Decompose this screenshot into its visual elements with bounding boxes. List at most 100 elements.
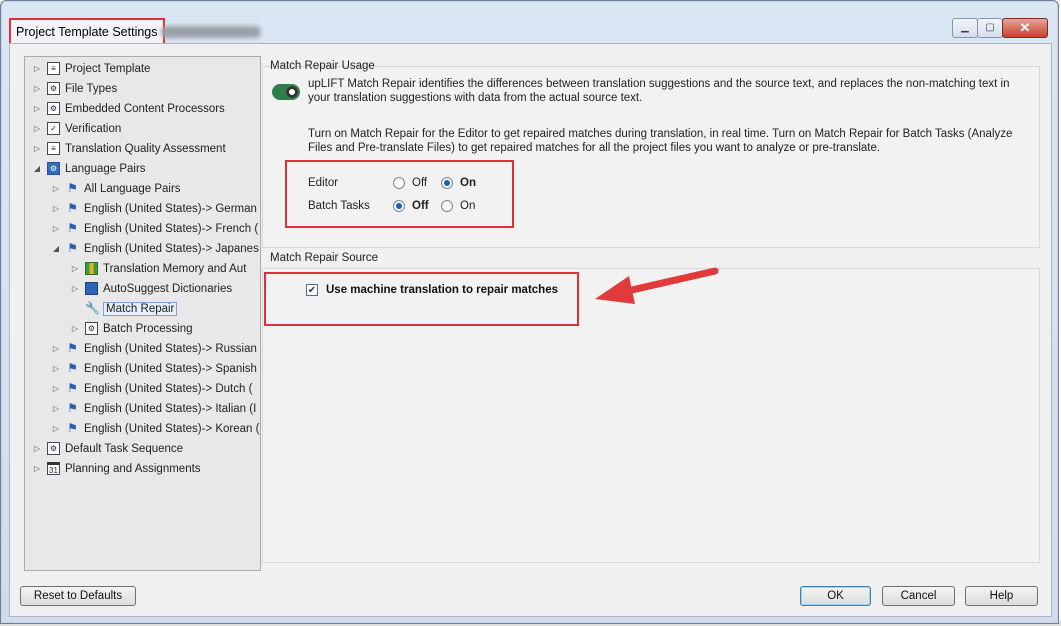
tree-item-verification[interactable]: ▷ ✓ Verification [31,119,121,139]
tree-item-file-types[interactable]: ▷ ⚙ File Types [31,79,117,99]
tree-item-match-repair[interactable]: 🔧 Match Repair [69,299,178,319]
tree-item-translation-quality-assessment[interactable]: ▷ ≡ Translation Quality Assessment [31,139,226,159]
expand-arrow-icon[interactable]: ▷ [31,459,43,479]
expand-arrow-icon[interactable]: ▷ [69,319,81,339]
tree-item-label: English (United States)-> German [84,203,257,215]
tree-item-label: Language Pairs [65,163,146,175]
tree-item-label: All Language Pairs [84,183,181,195]
flag-icon: ⚑ [67,341,78,355]
tree-item-english-united-states-japanes[interactable]: ◢ ⚑ English (United States)-> Japanes [50,239,259,259]
collapse-arrow-icon[interactable]: ◢ [31,159,43,179]
tree-item-label: Default Task Sequence [65,443,184,455]
reset-to-defaults-button[interactable]: Reset to Defaults [20,586,136,606]
flag-icon: ⚑ [67,221,78,235]
tree-item-english-united-states-dutch[interactable]: ▷ ⚑ English (United States)-> Dutch ( [50,379,253,399]
expand-arrow-icon[interactable]: ▷ [50,339,62,359]
usage-instructions: Turn on Match Repair for the Editor to g… [308,128,1013,154]
expand-arrow-icon[interactable]: ▷ [31,79,43,99]
minimize-button[interactable]: ▁ [952,18,978,38]
cancel-button[interactable]: Cancel [882,586,955,606]
expand-arrow-icon[interactable]: ▷ [31,119,43,139]
flag-icon: ⚑ [67,421,78,435]
flag-icon: ⚑ [67,201,78,215]
collapse-arrow-icon[interactable]: ◢ [50,239,62,259]
batch-on-label: On [460,200,476,212]
verification-icon: ✓ [47,122,60,135]
use-mt-checkbox[interactable]: ✔ [306,284,318,296]
tree-item-language-pairs[interactable]: ◢ ⚙ Language Pairs [31,159,146,179]
tree-item-planning-and-assignments[interactable]: ▷ 31 Planning and Assignments [31,459,201,479]
tree-item-default-task-sequence[interactable]: ▷ ⚙ Default Task Sequence [31,439,183,459]
tree-item-label: English (United States)-> French ( [84,223,259,235]
tree-item-label: AutoSuggest Dictionaries [103,283,233,295]
expand-arrow-icon[interactable]: ▷ [31,59,43,79]
tree-item-label: English (United States)-> Italian (I [84,403,257,415]
tree-item-label: English (United States)-> Russian [84,343,257,355]
highlight-box-source [264,272,579,326]
expand-arrow-icon[interactable]: ▷ [50,379,62,399]
flag-icon: ⚑ [67,401,78,415]
redacted-title-suffix [161,26,261,38]
expand-arrow-icon[interactable]: ▷ [50,399,62,419]
calendar-icon: 31 [47,462,60,475]
tree-item-label: English (United States)-> Japanes [84,243,259,255]
tree-item-label: Match Repair [103,302,178,316]
batch-on-radio[interactable] [441,200,453,212]
close-button[interactable]: ✕ [1002,18,1048,38]
expand-arrow-icon[interactable]: ▷ [50,199,62,219]
flag-icon: ⚑ [67,381,78,395]
tree-item-translation-memory-and-aut[interactable]: ▷ Translation Memory and Aut [69,259,246,279]
expand-arrow-icon[interactable]: ▷ [50,219,62,239]
title-bar[interactable]: Project Template Settings ▁ ▢ ✕ [1,1,1058,46]
settings-tree: ▷ ≡ Project Template ▷ ⚙ File Types ▷ ⚙ Embedded… [24,56,261,571]
ok-button[interactable]: OK [800,586,871,606]
batch-off-label: Off [412,200,429,212]
use-mt-label[interactable]: Use machine translation to repair matche… [326,284,558,296]
tree-item-all-language-pairs[interactable]: ▷ ⚑ All Language Pairs [50,179,181,199]
batch-processing-icon: ⚙ [85,322,98,335]
red-arrow-icon [595,267,719,304]
tree-item-label: Translation Quality Assessment [65,143,226,155]
tree-item-english-united-states-italian-i[interactable]: ▷ ⚑ English (United States)-> Italian (I [50,399,256,419]
expand-arrow-icon[interactable]: ▷ [50,419,62,439]
help-button[interactable]: Help [965,586,1038,606]
tree-item-english-united-states-german[interactable]: ▷ ⚑ English (United States)-> German [50,199,257,219]
editor-label: Editor [308,177,339,189]
tree-item-label: English (United States)-> Spanish [84,363,257,375]
match-repair-source-title: Match Repair Source [270,252,379,264]
file-types-icon: ⚙ [47,82,60,95]
toggle-icon [272,84,300,100]
tree-item-label: Verification [65,123,122,135]
translation-memory-icon [85,262,98,275]
expand-arrow-icon[interactable]: ▷ [31,439,43,459]
expand-arrow-icon[interactable]: ▷ [69,279,81,299]
expand-arrow-icon[interactable]: ▷ [31,99,43,119]
tree-item-label: Batch Processing [103,323,193,335]
window-title: Project Template Settings [9,18,165,46]
expand-arrow-icon[interactable]: ▷ [69,259,81,279]
batch-off-radio[interactable] [393,200,405,212]
editor-on-radio[interactable] [441,177,453,189]
wrench-icon: 🔧 [85,301,100,315]
expand-arrow-icon[interactable]: ▷ [31,139,43,159]
editor-off-label: Off [412,177,428,189]
language-pairs-icon: ⚙ [47,162,60,175]
tree-item-english-united-states-french[interactable]: ▷ ⚑ English (United States)-> French ( [50,219,258,239]
maximize-button[interactable]: ▢ [977,18,1003,38]
editor-off-radio[interactable] [393,177,405,189]
tree-item-english-united-states-korean[interactable]: ▷ ⚑ English (United States)-> Korean ( [50,419,260,439]
tqa-icon: ≡ [47,142,60,155]
expand-arrow-icon[interactable]: ▷ [50,179,62,199]
tree-item-english-united-states-russian[interactable]: ▷ ⚑ English (United States)-> Russian [50,339,257,359]
tree-item-project-template[interactable]: ▷ ≡ Project Template [31,59,150,79]
highlight-box-usage [285,160,514,228]
tree-item-label: Embedded Content Processors [65,103,225,115]
expand-arrow-icon[interactable]: ▷ [50,359,62,379]
project-template-settings-dialog: Project Template Settings ▁ ▢ ✕ ▷ ≡ Projec… [0,0,1059,624]
tree-item-label: Project Template [65,63,151,75]
tree-item-batch-processing[interactable]: ▷ ⚙ Batch Processing [69,319,193,339]
tree-item-english-united-states-spanish[interactable]: ▷ ⚑ English (United States)-> Spanish [50,359,257,379]
embedded-content-icon: ⚙ [47,102,60,115]
tree-item-embedded-content-processors[interactable]: ▷ ⚙ Embedded Content Processors [31,99,225,119]
tree-item-autosuggest-dictionaries[interactable]: ▷ AutoSuggest Dictionaries [69,279,232,299]
